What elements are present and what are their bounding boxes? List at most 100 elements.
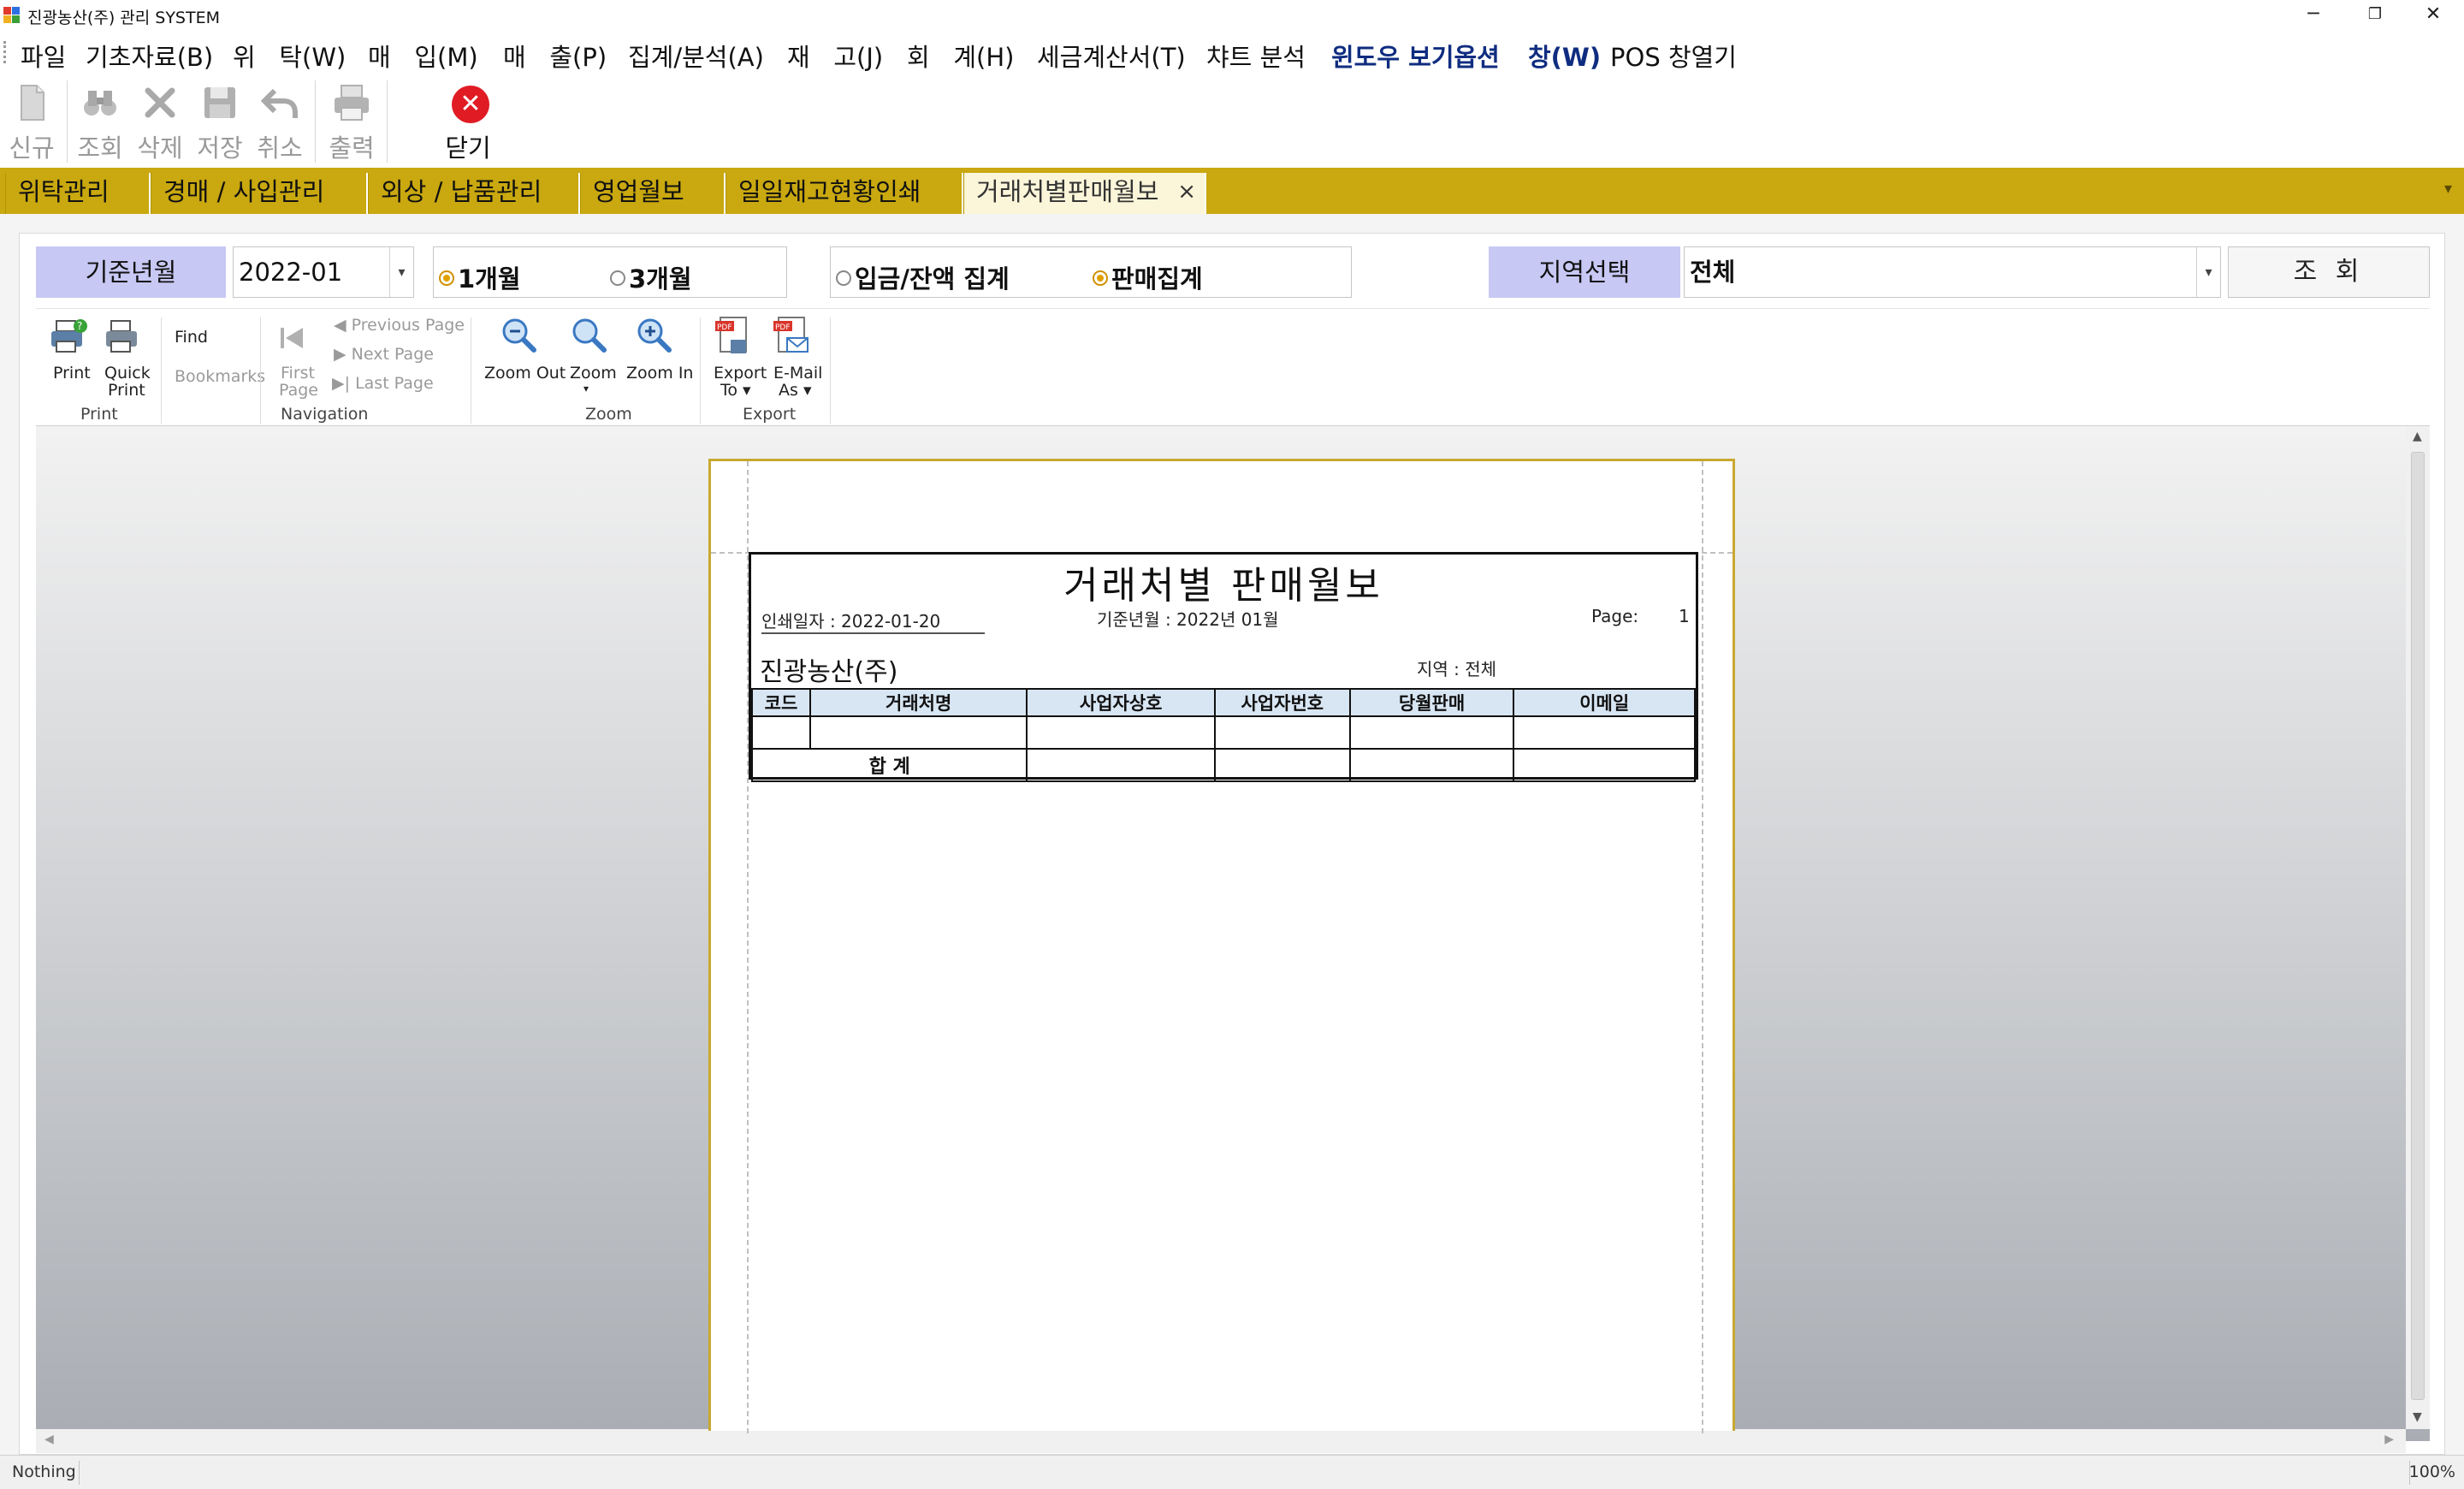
menu-file[interactable]: 파일 xyxy=(21,38,66,74)
menu-analysis[interactable]: 집계/분석(A) xyxy=(628,38,764,74)
tab-sales-monthly[interactable]: 영업월보 xyxy=(580,173,726,214)
radio-deposit-balance[interactable]: 입금/잔액 집계 xyxy=(836,259,1010,295)
new-document-icon xyxy=(13,84,50,122)
print-label: 출력 xyxy=(329,133,375,163)
page-label: Page: xyxy=(1591,606,1639,626)
menu-window-view-options[interactable]: 윈도우 보기옵션 xyxy=(1331,38,1500,74)
total-row: 합 계 xyxy=(750,748,1696,782)
menu-chart-analysis[interactable]: 챠트 분석 xyxy=(1206,38,1306,74)
print-ribbon-button[interactable]: Print xyxy=(53,364,91,383)
print-button[interactable]: 출력 xyxy=(322,79,382,164)
ribbon-separator xyxy=(700,317,701,424)
menu-consign[interactable]: 위 탁(W) xyxy=(233,38,346,74)
tab-auction[interactable]: 경매 / 사입관리 xyxy=(151,173,368,214)
horizontal-scrollbar[interactable]: ◀ ▶ xyxy=(36,1429,2406,1453)
print-preview-ribbon: ? Print Quick Print Find Bookmarks Print… xyxy=(36,308,2430,426)
svg-text:?: ? xyxy=(77,320,82,332)
tab-daily-stock[interactable]: 일일재고현황인쇄 xyxy=(726,173,963,214)
tab-list-arrow-icon[interactable]: ▾ xyxy=(2444,180,2452,198)
new-button[interactable]: 신규 xyxy=(2,79,62,164)
export-line2[interactable]: To ▾ xyxy=(720,381,751,400)
bookmarks-button[interactable]: Bookmarks xyxy=(175,367,265,386)
menu-base-data[interactable]: 기초자료(B) xyxy=(86,38,213,74)
zoom-out-icon xyxy=(500,316,539,359)
close-window-button[interactable]: ✕ xyxy=(2402,0,2464,31)
zoom-in-button[interactable]: Zoom In xyxy=(626,364,693,383)
region-combo[interactable]: 전체 ▾ xyxy=(1684,246,2221,298)
query-button[interactable]: 조 회 xyxy=(2228,246,2430,298)
previous-page-button[interactable]: ◀ Previous Page xyxy=(334,316,465,335)
chevron-down-icon[interactable]: ▾ xyxy=(389,247,413,297)
chevron-down-icon[interactable]: ▾ xyxy=(2196,247,2220,297)
menu-sales[interactable]: 매 출(P) xyxy=(503,38,607,74)
delete-label: 삭제 xyxy=(137,133,183,163)
radio-3-months[interactable]: 3개월 xyxy=(610,259,692,295)
minimize-button[interactable]: ─ xyxy=(2283,0,2344,31)
export-group-label: Export xyxy=(743,405,797,424)
first-page-line1[interactable]: First xyxy=(281,364,315,383)
tab-close-icon[interactable]: × xyxy=(1177,173,1196,211)
scroll-down-icon[interactable]: ▼ xyxy=(2413,1410,2422,1424)
find-button[interactable]: Find xyxy=(175,328,208,347)
radio-1-month[interactable]: 1개월 xyxy=(439,259,521,295)
print-icon: ? xyxy=(48,317,87,360)
menu-grip xyxy=(3,41,6,63)
tab-credit[interactable]: 외상 / 납품관리 xyxy=(368,173,580,214)
export-line1[interactable]: Export xyxy=(714,364,767,383)
tab-customer-sales-monthly[interactable]: 거래처별판매월보 × xyxy=(963,173,1206,214)
tab-label: 거래처별판매월보 xyxy=(976,177,1159,206)
zoom-out-button[interactable]: Zoom Out xyxy=(484,364,566,383)
tab-consign[interactable]: 위탁관리 xyxy=(5,173,151,214)
search-button[interactable]: 조회 xyxy=(70,79,130,164)
month-combo[interactable]: 2022-01 ▾ xyxy=(233,246,414,298)
scroll-up-icon[interactable]: ▲ xyxy=(2413,430,2422,443)
zoom-dropdown-icon[interactable]: ▾ xyxy=(583,383,589,394)
menu-window[interactable]: 창(W) xyxy=(1528,38,1601,74)
radio-selected-icon xyxy=(1093,270,1108,286)
toolbar-separator xyxy=(67,80,68,163)
scroll-right-icon[interactable]: ▶ xyxy=(2384,1433,2394,1446)
menu-pos-open[interactable]: POS 창열기 xyxy=(1610,38,1737,74)
report-table: 코드 거래처명 사업자상호 사업자번호 당월판매 이메일 합 계 xyxy=(750,688,1696,782)
scroll-left-icon[interactable]: ◀ xyxy=(44,1433,54,1446)
menu-accounting[interactable]: 회 계(H) xyxy=(907,38,1014,74)
zoom-button[interactable]: Zoom xyxy=(570,364,617,383)
quick-print-line1[interactable]: Quick xyxy=(104,364,151,383)
menu-tax-invoice[interactable]: 세금계산서(T) xyxy=(1037,38,1186,74)
table-cell xyxy=(1348,748,1515,782)
table-cell xyxy=(1213,715,1351,750)
ribbon-separator xyxy=(260,317,261,424)
quick-print-line2[interactable]: Print xyxy=(108,381,145,400)
restore-button[interactable]: ❐ xyxy=(2344,0,2406,31)
col-business-number: 사업자번호 xyxy=(1213,688,1351,717)
next-page-button[interactable]: ▶ Next Page xyxy=(334,345,434,364)
email-line1[interactable]: E-Mail xyxy=(773,364,822,383)
base-month: 기준년월 : 2022년 01월 xyxy=(1097,609,1279,630)
col-monthly-sales: 당월판매 xyxy=(1348,688,1515,717)
table-cell xyxy=(1026,748,1216,782)
close-form-button[interactable]: ✕ 닫기 xyxy=(438,79,498,164)
aggregation-radio-group: 입금/잔액 집계 판매집계 xyxy=(830,246,1352,298)
cancel-button[interactable]: 취소 xyxy=(250,79,310,164)
radio-sales-aggregate[interactable]: 판매집계 xyxy=(1093,259,1203,295)
col-email: 이메일 xyxy=(1513,688,1696,717)
last-page-button[interactable]: ▶| Last Page xyxy=(332,374,434,393)
region-value: 전체 xyxy=(1690,258,1736,287)
toolbar: 신규 조회 삭제 저장 취소 출력 ✕ 닫기 xyxy=(0,74,2464,168)
radio-selected-icon xyxy=(439,270,454,286)
title-bar: 진광농산(주) 관리 SYSTEM ─ ❐ ✕ xyxy=(0,0,2464,31)
menu-stock[interactable]: 재 고(J) xyxy=(787,38,883,74)
scroll-thumb[interactable] xyxy=(2411,452,2425,1400)
save-button[interactable]: 저장 xyxy=(190,79,250,164)
table-cell xyxy=(808,715,1028,750)
menu-purchase[interactable]: 매 입(M) xyxy=(368,38,478,74)
cancel-label: 취소 xyxy=(257,133,303,163)
email-line2[interactable]: As ▾ xyxy=(779,381,811,400)
navigation-group-label: Navigation xyxy=(281,405,369,424)
first-page-line2[interactable]: Page xyxy=(279,381,318,400)
status-divider xyxy=(79,1461,80,1485)
vertical-scrollbar[interactable]: ▲ ▼ xyxy=(2406,426,2430,1429)
region-label: 지역선택 xyxy=(1489,246,1680,298)
table-cell xyxy=(1348,715,1515,750)
delete-button[interactable]: 삭제 xyxy=(130,79,190,164)
